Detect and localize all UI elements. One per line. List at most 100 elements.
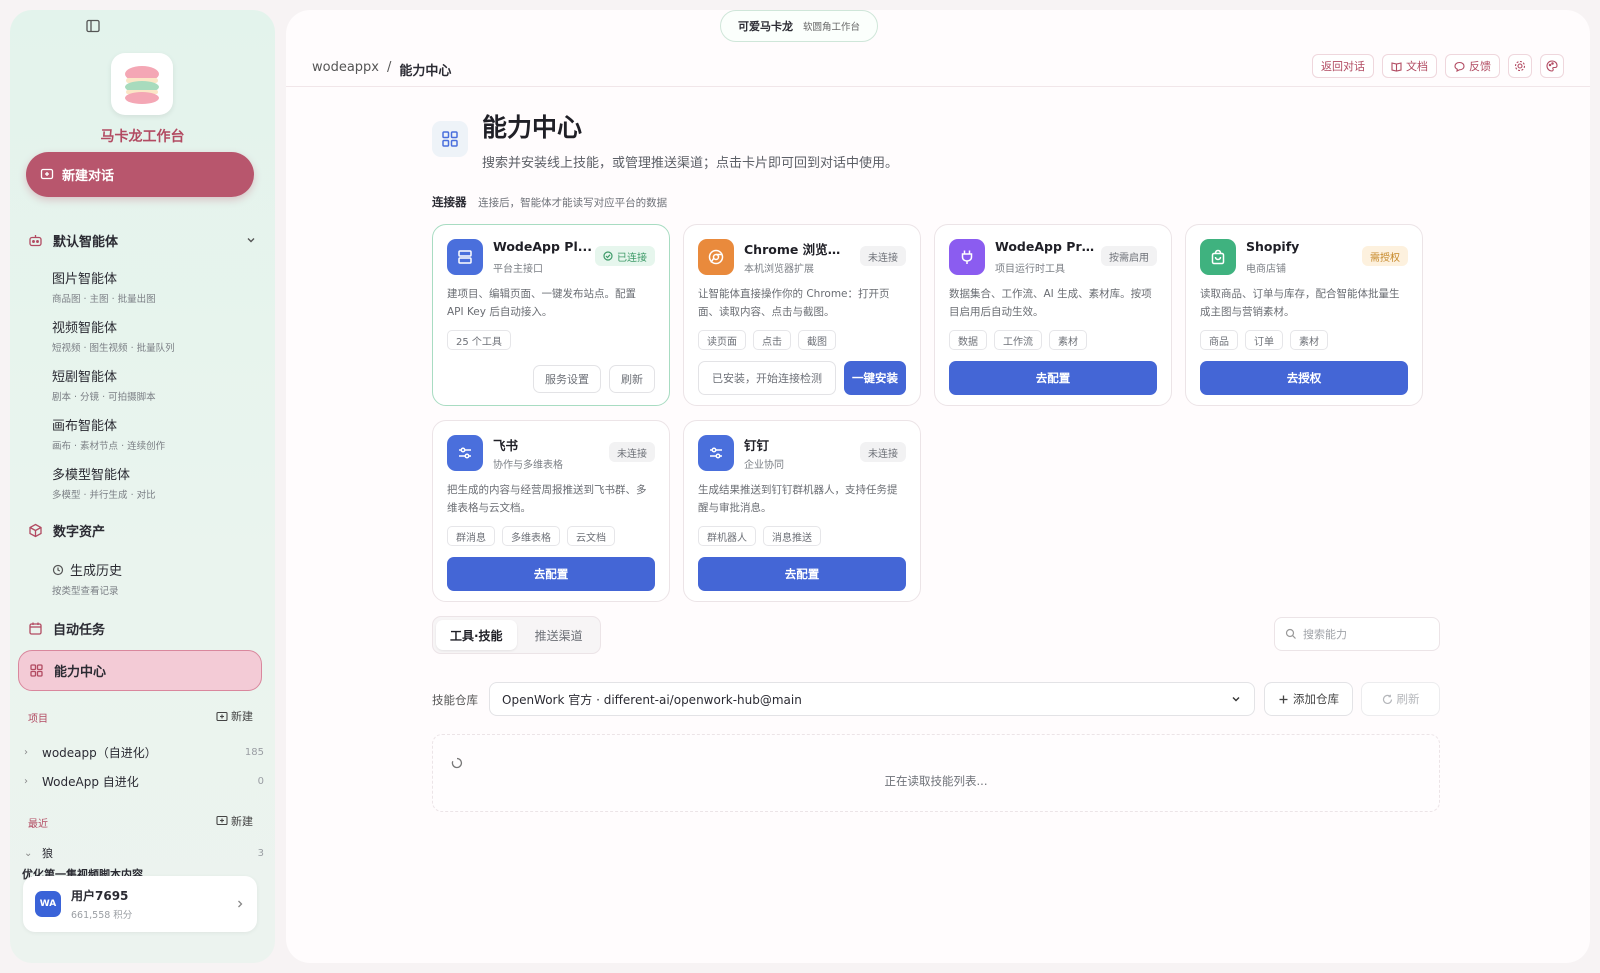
project-item[interactable]: › wodeapp（自进化） 185 xyxy=(24,744,264,761)
card-actions: 去配置 xyxy=(698,557,906,591)
configure-button[interactable]: 去配置 xyxy=(949,361,1157,395)
section-auto-tasks[interactable]: 自动任务 xyxy=(28,619,105,638)
chevron-right-icon: › xyxy=(24,776,28,787)
breadcrumb-root[interactable]: wodeappx xyxy=(312,60,379,79)
spinner-icon xyxy=(451,757,463,769)
card-actions: 去配置 xyxy=(949,361,1157,395)
breadcrumb: wodeappx / 能力中心 xyxy=(312,60,451,79)
plus-icon xyxy=(1279,695,1288,703)
card-tag: 25 个工具 xyxy=(447,330,511,350)
chat-bubble-icon xyxy=(1454,61,1465,72)
user-name: 用户7695 xyxy=(71,889,129,903)
brand-name: 马卡龙工作台 xyxy=(100,129,185,145)
section-digital-assets[interactable]: 数字资产 xyxy=(28,521,105,540)
connector-card-wodeapp-platform[interactable]: WodeApp Pl... 平台主接口 已连接 建项目、编辑页面、一键发布站点。… xyxy=(432,224,670,406)
add-repo-button[interactable]: 添加仓库 xyxy=(1264,682,1353,716)
status-badge: 未连接 xyxy=(609,442,655,462)
check-connection-button[interactable]: 已安装，开始连接检测 xyxy=(698,361,836,395)
agent-item-canvas[interactable]: 画布智能体 画布 · 素材节点 · 连续创作 xyxy=(52,415,165,452)
card-sub: 企业协同 xyxy=(744,460,784,471)
plug-icon xyxy=(949,239,985,275)
sliders-icon xyxy=(447,435,483,471)
grid-icon xyxy=(30,664,43,677)
connector-card-feishu[interactable]: 飞书 协作与多维表格 未连接 把生成的内容与经营周报推送到飞书群、多维表格与云文… xyxy=(432,420,670,602)
card-tag: 订单 xyxy=(1245,330,1283,350)
sidebar-toggle-icon[interactable] xyxy=(86,18,102,34)
new-recent-button[interactable]: 新建 xyxy=(216,813,253,829)
repo-select[interactable]: OpenWork 官方 · different-ai/openwork-hub@… xyxy=(489,682,1255,716)
card-sub: 本机浏览器扩展 xyxy=(744,264,814,275)
status-badge: 未连接 xyxy=(860,246,906,266)
book-icon xyxy=(1391,61,1402,72)
configure-button[interactable]: 去配置 xyxy=(447,557,655,591)
card-desc: 数据集合、工作流、AI 生成、素材库。按项目启用后自动生效。 xyxy=(949,288,1152,318)
theme-pill[interactable]: 可爱马卡龙 软圆角工作台 xyxy=(720,10,878,42)
sidebar: 马卡龙工作台 新建对话 默认智能体 图片智能体 商品图 · 主图 · 批量出图 … xyxy=(10,10,275,963)
agent-title: 图片智能体 xyxy=(52,272,118,287)
card-tag: 商品 xyxy=(1200,330,1238,350)
feedback-button[interactable]: 反馈 xyxy=(1445,54,1500,78)
card-tag: 截图 xyxy=(798,330,836,350)
card-sub: 协作与多维表格 xyxy=(493,460,563,471)
status-badge: 未连接 xyxy=(860,442,906,462)
palette-button[interactable] xyxy=(1540,54,1564,78)
authorize-button[interactable]: 去授权 xyxy=(1200,361,1408,395)
connector-card-shopify[interactable]: Shopify 电商店铺 需授权 读取商品、订单与库存，配合智能体批量生成主图与… xyxy=(1185,224,1423,406)
user-card[interactable]: WA 用户7695 661,558 积分 xyxy=(23,876,257,932)
chevron-down-icon[interactable] xyxy=(245,234,257,246)
refresh-button[interactable]: 刷新 xyxy=(609,365,655,393)
agent-title: 短剧智能体 xyxy=(52,370,118,385)
agent-item-drama[interactable]: 短剧智能体 剧本 · 分镜 · 可拍摄脚本 xyxy=(52,366,156,403)
section-default-agents[interactable]: 默认智能体 xyxy=(28,231,118,250)
section-label: 数字资产 xyxy=(53,525,106,540)
configure-button[interactable]: 去配置 xyxy=(698,557,906,591)
connector-card-dingtalk[interactable]: 钉钉 企业协同 未连接 生成结果推送到钉钉群机器人，支持任务提醒与审批消息。 群… xyxy=(683,420,921,602)
sidebar-item-capability-center[interactable]: 能力中心 xyxy=(18,650,262,691)
new-label: 新建 xyxy=(231,815,253,828)
shopping-bag-icon xyxy=(1200,239,1236,275)
new-project-button[interactable]: 新建 xyxy=(216,708,253,724)
header-divider xyxy=(286,86,1590,87)
project-item[interactable]: › WodeApp 自进化 0 xyxy=(24,773,264,790)
agent-item-multimodel[interactable]: 多模型智能体 多模型 · 并行生成 · 对比 xyxy=(52,464,156,501)
card-tag: 工作流 xyxy=(994,330,1042,350)
agent-sub: 剧本 · 分镜 · 可拍摄脚本 xyxy=(52,392,156,403)
status-badge: 需授权 xyxy=(1362,246,1408,266)
agent-title: 画布智能体 xyxy=(52,419,118,434)
back-to-chat-button[interactable]: 返回对话 xyxy=(1312,54,1374,78)
card-tag: 数据 xyxy=(949,330,987,350)
tab-push-channels[interactable]: 推送渠道 xyxy=(521,620,597,650)
chevron-down-icon xyxy=(1232,697,1240,702)
new-chat-icon xyxy=(216,815,228,826)
recent-group[interactable]: ⌄ 狼 3 xyxy=(24,845,264,861)
palette-icon xyxy=(1546,60,1558,72)
card-actions: 去授权 xyxy=(1200,361,1408,395)
header-actions: 返回对话 文档 反馈 xyxy=(1312,54,1564,78)
docs-label: 文档 xyxy=(1406,60,1428,73)
card-actions: 服务设置 刷新 xyxy=(447,365,655,399)
search-input[interactable]: 搜索能力 xyxy=(1274,617,1440,651)
one-click-install-button[interactable]: 一键安装 xyxy=(844,361,906,395)
skills-tabs: 工具·技能 推送渠道 xyxy=(432,616,601,654)
recent-group-count: 3 xyxy=(257,847,264,859)
history-icon xyxy=(52,564,64,575)
cube-icon xyxy=(29,523,42,538)
tab-tools-skills[interactable]: 工具·技能 xyxy=(436,620,517,650)
docs-button[interactable]: 文档 xyxy=(1382,54,1437,78)
agent-item-image[interactable]: 图片智能体 商品图 · 主图 · 批量出图 xyxy=(52,268,156,305)
repo-value: OpenWork 官方 · different-ai/openwork-hub@… xyxy=(502,692,802,707)
history-item[interactable]: 生成历史 按类型查看记录 xyxy=(52,560,122,597)
connector-card-wodeapp-project[interactable]: WodeApp Pro... 项目运行时工具 按需启用 数据集合、工作流、AI … xyxy=(934,224,1172,406)
card-tag: 点击 xyxy=(753,330,791,350)
connector-card-chrome[interactable]: Chrome 浏览器... 本机浏览器扩展 未连接 让智能体直接操作你的 Chr… xyxy=(683,224,921,406)
card-tag: 素材 xyxy=(1290,330,1328,350)
agent-item-video[interactable]: 视频智能体 短视频 · 图生视频 · 批量队列 xyxy=(52,317,175,354)
new-chat-button[interactable]: 新建对话 xyxy=(26,152,254,197)
connectors-label: 连接器 xyxy=(432,195,467,209)
settings-button[interactable] xyxy=(1508,54,1532,78)
service-settings-button[interactable]: 服务设置 xyxy=(533,365,601,393)
card-sub: 电商店铺 xyxy=(1246,264,1286,275)
card-name: Chrome 浏览器... xyxy=(744,242,844,257)
refresh-repo-button[interactable]: 刷新 xyxy=(1361,682,1440,716)
status-badge: 按需启用 xyxy=(1101,246,1157,266)
